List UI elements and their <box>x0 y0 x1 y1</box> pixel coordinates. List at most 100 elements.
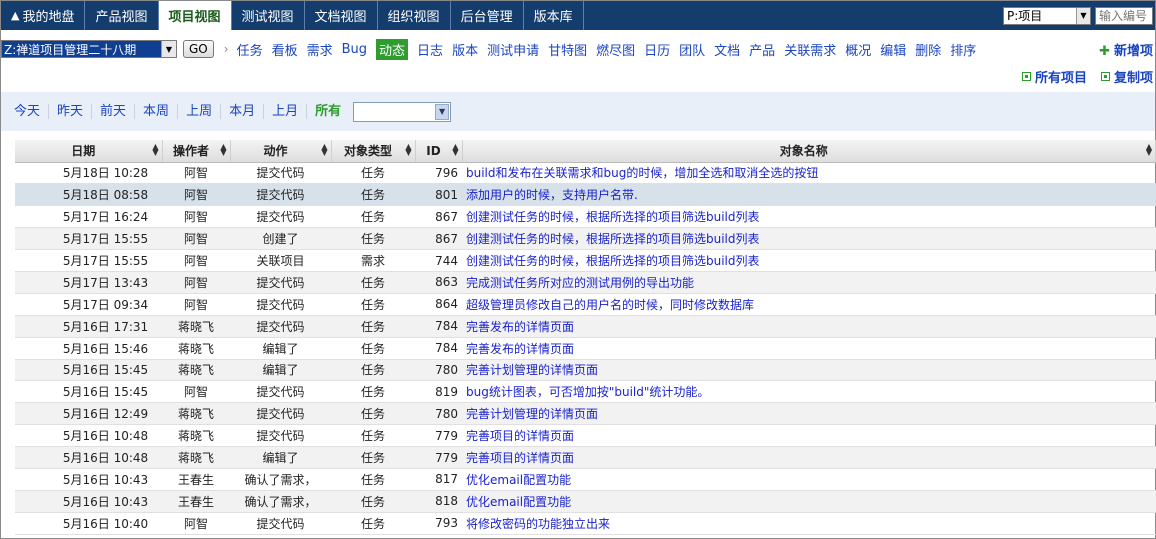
filter-yesterday[interactable]: 昨天 <box>49 104 93 119</box>
cell-actor: 蒋晓飞 <box>162 359 230 382</box>
nav-gantt[interactable]: 甘特图 <box>548 40 587 59</box>
nav-delete[interactable]: 删除 <box>915 40 941 59</box>
object-name-link[interactable]: 完善计划管理的详情页面 <box>466 363 598 377</box>
separator: › <box>223 42 229 56</box>
nav-product[interactable]: 产品 <box>749 40 775 59</box>
cell-id: 796 <box>415 162 462 185</box>
header-object-type[interactable]: 对象类型 ▲ ▼ <box>331 140 416 163</box>
cell-object-name: 优化email配置功能 <box>462 490 1156 513</box>
cell-object-name: 完成测试任务所对应的测试用例的导出功能 <box>462 271 1156 294</box>
object-name-link[interactable]: 创建测试任务的时候，根据所选择的项目筛选build列表 <box>466 210 760 224</box>
object-name-link[interactable]: build和发布在关联需求和bug的时候，增加全选和取消全选的按钮 <box>466 166 818 180</box>
nav-log[interactable]: 日志 <box>417 40 443 59</box>
cell-id: 867 <box>415 227 462 251</box>
nav-build[interactable]: 版本 <box>452 40 478 59</box>
tab-project-view[interactable]: 项目视图 <box>158 1 232 30</box>
nav-calendar[interactable]: 日历 <box>644 40 670 59</box>
nav-edit[interactable]: 编辑 <box>880 40 906 59</box>
filter-day-before[interactable]: 前天 <box>92 104 136 119</box>
filter-last-month[interactable]: 上月 <box>264 104 308 119</box>
object-name-link[interactable]: 创建测试任务的时候，根据所选择的项目筛选build列表 <box>466 232 760 246</box>
tab-doc-view[interactable]: 文档视图 <box>305 1 378 30</box>
object-name-link[interactable]: 超级管理员修改自己的用户名的时候，同时修改数据库 <box>466 298 754 312</box>
object-name-link[interactable]: 优化email配置功能 <box>466 495 571 509</box>
cell-action: 提交代码 <box>230 183 331 207</box>
home-icon: ▲ <box>11 9 20 22</box>
cell-action: 提交代码 <box>230 162 331 185</box>
filter-all[interactable]: 所有 <box>307 104 349 119</box>
project-select[interactable]: Z:禅道项目管理二十八期 ▼ <box>1 40 177 58</box>
tab-org-view[interactable]: 组织视图 <box>378 1 451 30</box>
table-row: 5月16日 15:45 蒋晓飞 编辑了 任务 780 完善计划管理的详情页面 <box>15 359 1156 382</box>
cell-object-name: 完善项目的详情页面 <box>462 424 1156 448</box>
cell-object-name: 完善项目的详情页面 <box>462 446 1156 469</box>
nav-team[interactable]: 团队 <box>679 40 705 59</box>
header-id[interactable]: ID ▲ ▼ <box>415 140 463 163</box>
id-search-input[interactable] <box>1095 6 1153 25</box>
filter-today[interactable]: 今天 <box>6 104 50 119</box>
nav-kanban[interactable]: 看板 <box>272 40 298 59</box>
nav-burndown[interactable]: 燃尽图 <box>596 40 635 59</box>
object-name-link[interactable]: 完善项目的详情页面 <box>466 451 574 465</box>
cell-date: 5月17日 09:34 <box>15 293 162 316</box>
cell-date: 5月17日 16:24 <box>15 205 162 229</box>
user-filter-select[interactable]: ▼ <box>353 101 452 122</box>
nav-overview[interactable]: 概况 <box>845 40 871 59</box>
cell-id: 780 <box>415 359 462 382</box>
tab-admin[interactable]: 后台管理 <box>451 1 524 30</box>
header-date[interactable]: 日期 ▲ ▼ <box>15 140 163 163</box>
object-name-link[interactable]: 完善项目的详情页面 <box>466 429 574 443</box>
tab-my-dashboard[interactable]: ▲ 我的地盘 <box>1 1 86 30</box>
sort-icon: ▲ ▼ <box>452 142 459 157</box>
tab-product-view[interactable]: 产品视图 <box>85 1 159 30</box>
go-button[interactable]: GO <box>183 40 214 58</box>
filter-this-week[interactable]: 本周 <box>135 104 179 119</box>
header-object-name[interactable]: 对象名称 ▲ ▼ <box>462 140 1156 163</box>
cell-actor: 王春生 <box>162 468 230 491</box>
nav-link-story[interactable]: 关联需求 <box>784 40 836 59</box>
nav-bug[interactable]: Bug <box>342 42 367 57</box>
filter-this-month[interactable]: 本月 <box>221 104 265 119</box>
all-projects-link[interactable]: 所有项目 <box>1021 67 1087 86</box>
cell-object-name: 完善发布的详情页面 <box>462 337 1156 360</box>
object-name-link[interactable]: 完善计划管理的详情页面 <box>466 407 598 421</box>
cell-action: 提交代码 <box>230 271 331 294</box>
object-name-link[interactable]: 完成测试任务所对应的测试用例的导出功能 <box>466 276 694 290</box>
filter-last-week[interactable]: 上周 <box>178 104 222 119</box>
table-row: 5月16日 15:46 蒋晓飞 编辑了 任务 784 完善发布的详情页面 <box>15 337 1156 360</box>
search-type-select[interactable]: P:项目 ▼ <box>1003 6 1091 25</box>
object-name-link[interactable]: bug统计图表，可否增加按"build"统计功能。 <box>466 385 709 399</box>
cell-actor: 阿智 <box>162 183 230 207</box>
cell-id: 793 <box>415 512 462 535</box>
cell-action: 提交代码 <box>230 380 331 404</box>
header-actor[interactable]: 操作者 ▲ ▼ <box>162 140 231 163</box>
object-name-link[interactable]: 完善发布的详情页面 <box>466 320 574 334</box>
table-row: 5月16日 17:31 蒋晓飞 提交代码 任务 784 完善发布的详情页面 <box>15 315 1156 338</box>
cell-object-name: 创建测试任务的时候，根据所选择的项目筛选build列表 <box>462 227 1156 251</box>
nav-order[interactable]: 排序 <box>950 40 976 59</box>
sort-icon: ▲ ▼ <box>405 142 412 157</box>
cell-date: 5月17日 15:55 <box>15 249 162 272</box>
copy-item-link[interactable]: 复制项 <box>1100 67 1153 86</box>
cell-action: 提交代码 <box>230 424 331 448</box>
new-item-button[interactable]: ✚ 新增项 <box>1099 40 1153 59</box>
nav-dynamic[interactable]: 动态 <box>376 38 409 60</box>
object-name-link[interactable]: 添加用户的时候，支持用户名带. <box>466 188 638 202</box>
object-name-link[interactable]: 将修改密码的功能独立出来 <box>466 517 610 531</box>
object-name-link[interactable]: 完善发布的详情页面 <box>466 342 574 356</box>
nav-test-request[interactable]: 测试申请 <box>487 40 539 59</box>
nav-story[interactable]: 需求 <box>307 40 333 59</box>
object-name-link[interactable]: 创建测试任务的时候，根据所选择的项目筛选build列表 <box>466 254 760 268</box>
cell-date: 5月16日 10:43 <box>15 490 162 513</box>
object-name-link[interactable]: 优化email配置功能 <box>466 473 571 487</box>
tab-test-view[interactable]: 测试视图 <box>232 1 305 30</box>
nav-doc[interactable]: 文档 <box>714 40 740 59</box>
nav-task[interactable]: 任务 <box>237 40 263 59</box>
cell-date: 5月16日 12:49 <box>15 402 162 426</box>
table-row: 5月16日 15:45 阿智 提交代码 任务 819 bug统计图表，可否增加按"buil… <box>15 380 1156 404</box>
cell-id: 784 <box>415 337 462 360</box>
top-nav: ▲ 我的地盘 产品视图 项目视图 测试视图 文档视图 组织视图 后台管理 版本库 … <box>1 1 1155 30</box>
tab-repo[interactable]: 版本库 <box>524 1 584 30</box>
header-action[interactable]: 动作 ▲ ▼ <box>230 140 332 163</box>
chevron-down-icon: ▼ <box>161 41 176 57</box>
